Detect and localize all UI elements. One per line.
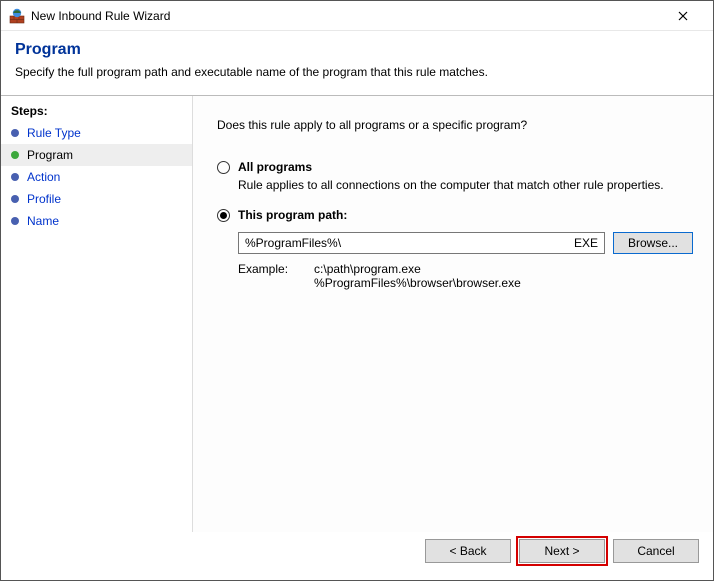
option-all-label: All programs [238, 160, 312, 174]
next-button[interactable]: Next > [519, 539, 605, 563]
example-label: Example: [238, 262, 288, 290]
step-label: Name [27, 214, 59, 228]
bullet-icon [11, 151, 19, 159]
step-profile[interactable]: Profile [1, 188, 192, 210]
step-label: Rule Type [27, 126, 81, 140]
steps-heading: Steps: [1, 100, 192, 122]
radio-all-programs[interactable] [217, 161, 230, 174]
example-lines: c:\path\program.exe %ProgramFiles%\brows… [314, 262, 521, 290]
bullet-icon [11, 129, 19, 137]
program-path-value: %ProgramFiles%\ [245, 236, 566, 250]
cancel-button[interactable]: Cancel [613, 539, 699, 563]
back-button[interactable]: < Back [425, 539, 511, 563]
steps-sidebar: Steps: Rule Type Program Action Profile … [1, 96, 193, 532]
firewall-icon [9, 8, 25, 24]
main-panel: Does this rule apply to all programs or … [193, 96, 713, 532]
wizard-footer: < Back Next > Cancel [1, 532, 713, 580]
page-title: Program [15, 41, 699, 59]
bullet-icon [11, 173, 19, 181]
program-path-extension: EXE [566, 236, 598, 250]
step-name[interactable]: Name [1, 210, 192, 232]
bullet-icon [11, 217, 19, 225]
step-program[interactable]: Program [1, 144, 192, 166]
step-label: Program [27, 148, 73, 162]
window-title: New Inbound Rule Wizard [31, 9, 661, 23]
step-rule-type[interactable]: Rule Type [1, 122, 192, 144]
close-button[interactable] [661, 1, 705, 31]
browse-button[interactable]: Browse... [613, 232, 693, 254]
page-header: Program Specify the full program path an… [1, 31, 713, 95]
program-path-row: %ProgramFiles%\ EXE Browse... [238, 232, 693, 254]
page-subtitle: Specify the full program path and execut… [15, 65, 699, 79]
question-text: Does this rule apply to all programs or … [217, 118, 693, 132]
program-path-input[interactable]: %ProgramFiles%\ EXE [238, 232, 605, 254]
step-label: Action [27, 170, 60, 184]
wizard-body: Steps: Rule Type Program Action Profile … [1, 95, 713, 532]
step-action[interactable]: Action [1, 166, 192, 188]
option-path-label: This program path: [238, 208, 347, 222]
option-all-description: Rule applies to all connections on the c… [238, 178, 693, 192]
step-label: Profile [27, 192, 61, 206]
option-all-programs[interactable]: All programs [217, 160, 693, 174]
option-this-program-path[interactable]: This program path: [217, 208, 693, 222]
bullet-icon [11, 195, 19, 203]
wizard-window: New Inbound Rule Wizard Program Specify … [0, 0, 714, 581]
radio-this-program-path[interactable] [217, 209, 230, 222]
example-block: Example: c:\path\program.exe %ProgramFil… [238, 262, 693, 290]
titlebar: New Inbound Rule Wizard [1, 1, 713, 31]
